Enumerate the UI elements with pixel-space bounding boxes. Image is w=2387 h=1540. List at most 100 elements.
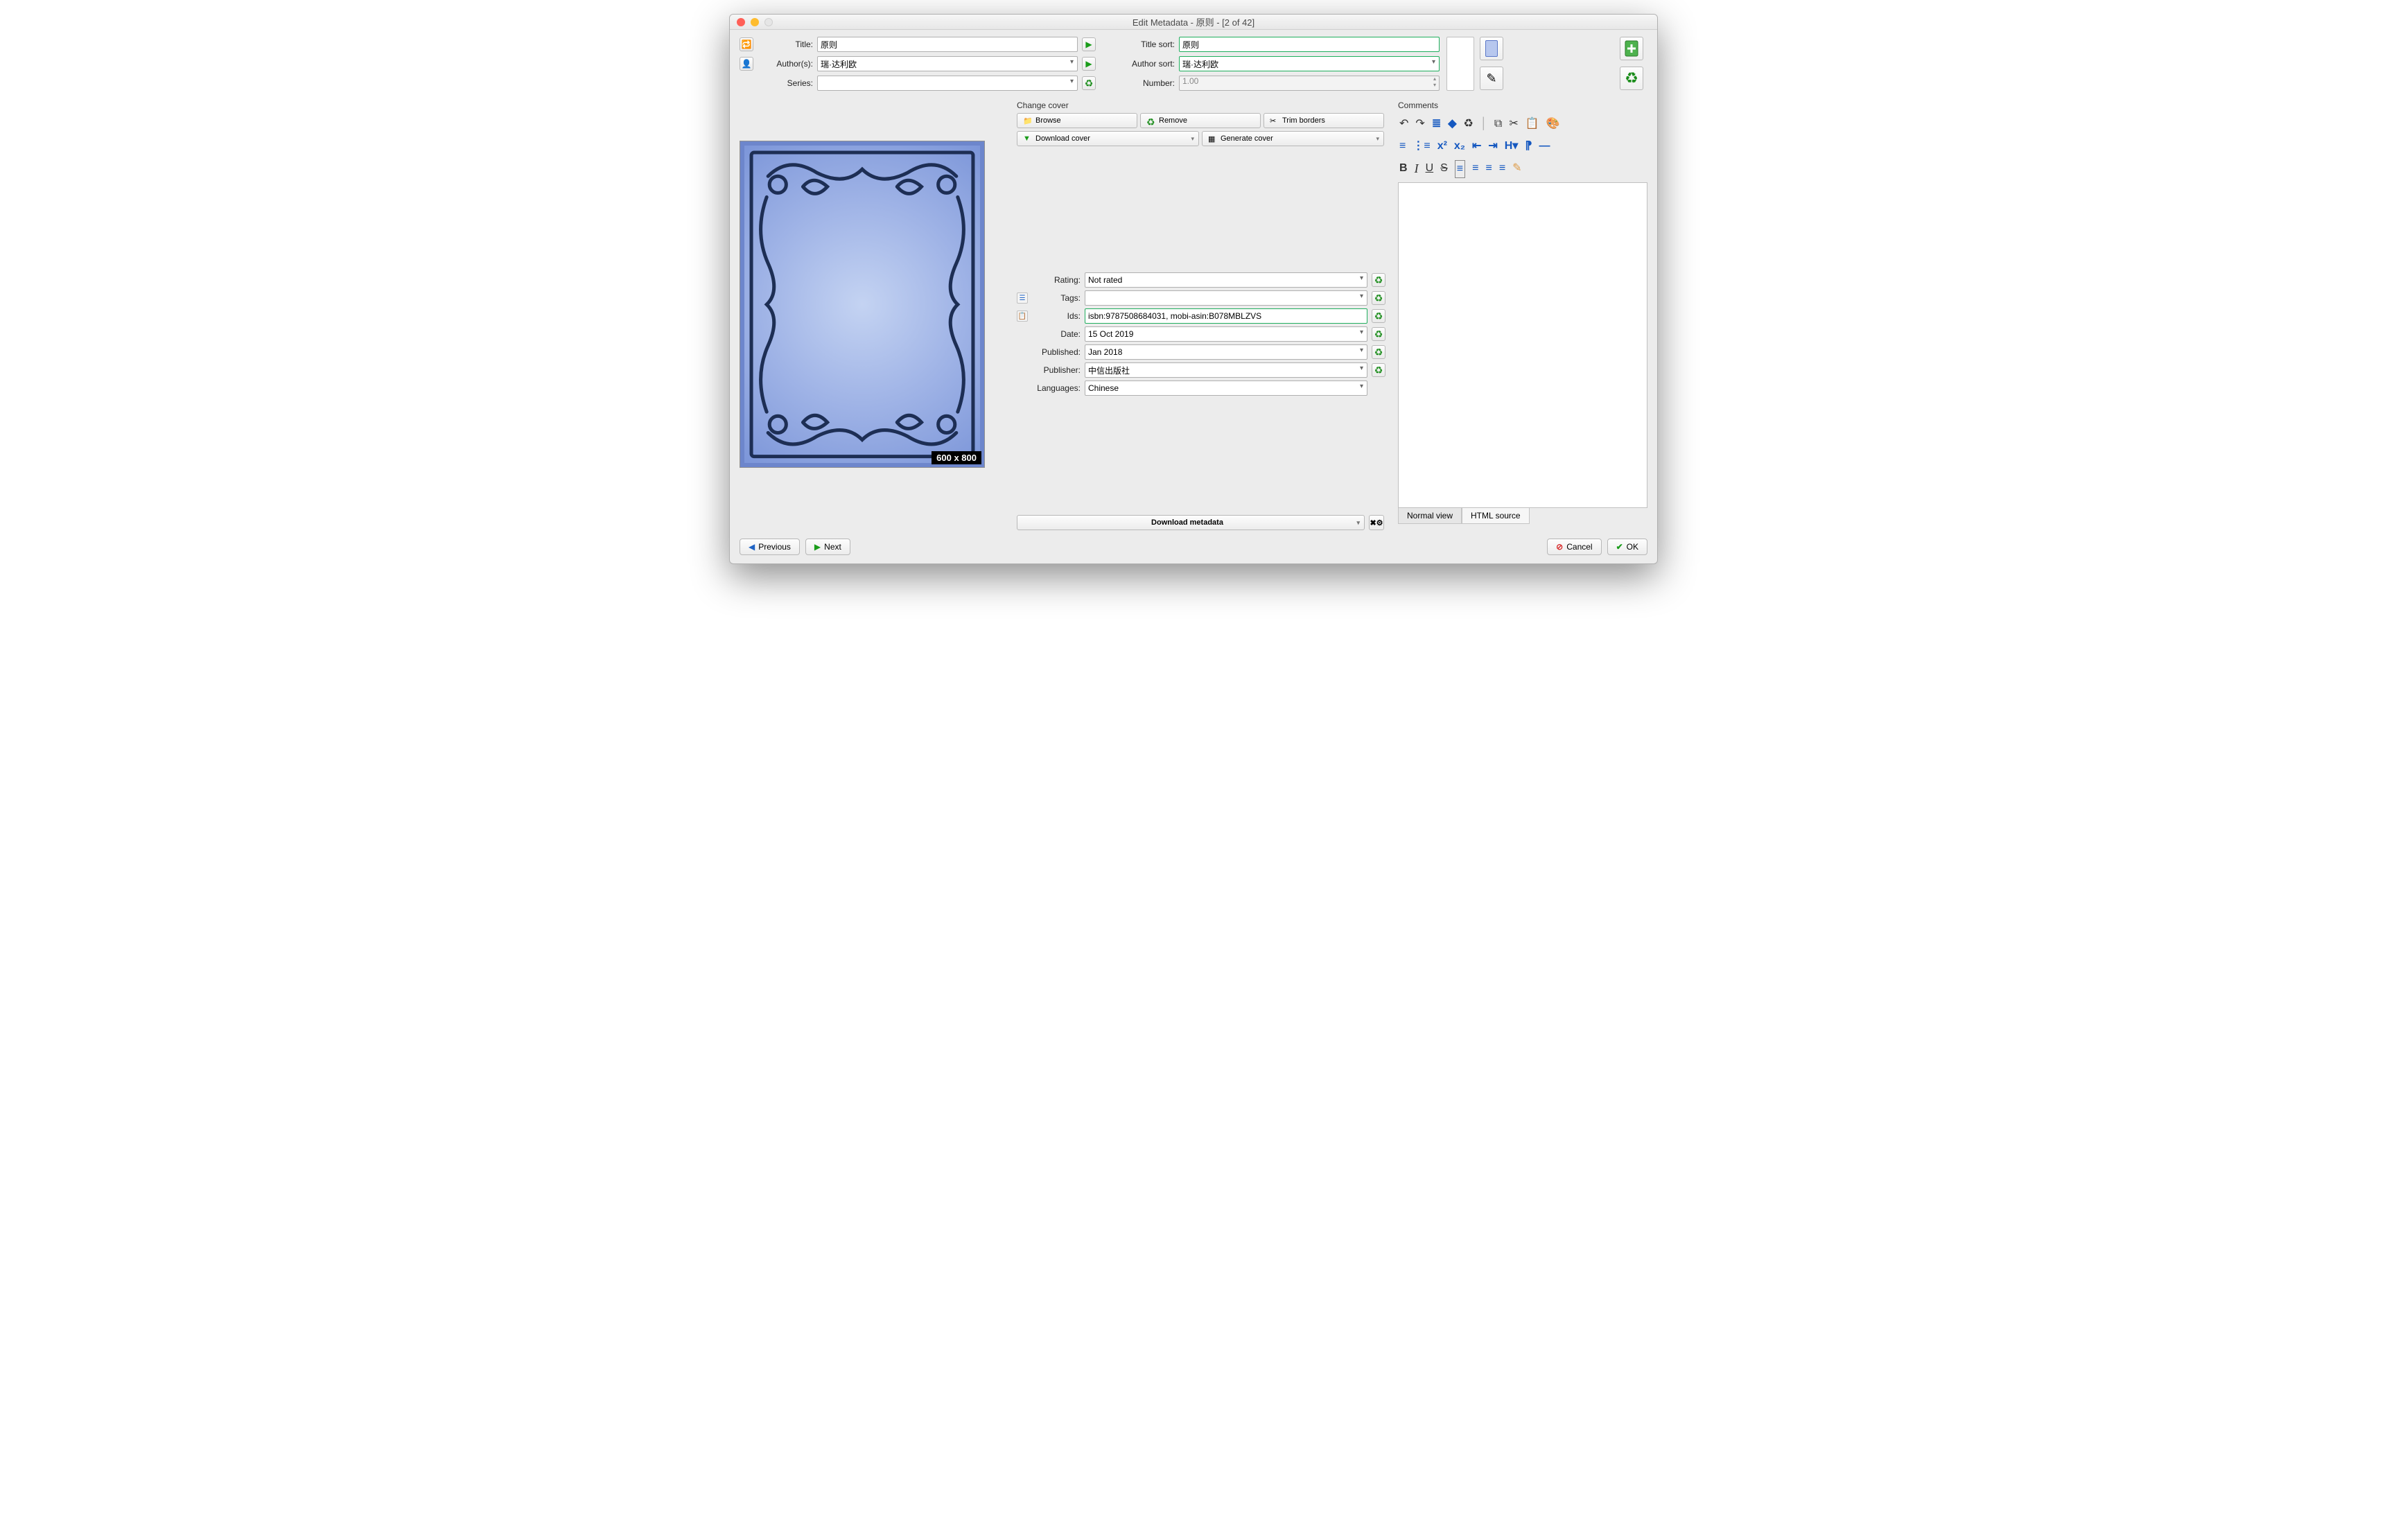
editor-toolbar-2: ≡ ⋮≡ x² x₂ ⇤ ⇥ H▾ ⁋ — xyxy=(1398,135,1647,157)
italic-icon[interactable]: I xyxy=(1415,160,1419,178)
title-input[interactable] xyxy=(817,37,1078,52)
download-cover-button[interactable]: ▼Download cover xyxy=(1017,131,1199,146)
paste-ids-icon[interactable]: 📋 xyxy=(1017,310,1028,322)
titlebar: Edit Metadata - 原则 - [2 of 42] xyxy=(730,15,1657,30)
superscript-icon[interactable]: x² xyxy=(1437,138,1447,155)
generate-cover-button[interactable]: ▦Generate cover xyxy=(1202,131,1384,146)
link-icon[interactable]: ⁋ xyxy=(1525,138,1532,155)
paste-icon[interactable]: 📋 xyxy=(1525,116,1539,132)
cover-dimensions: 600 x 800 xyxy=(932,451,981,464)
align-center-icon[interactable]: ≡ xyxy=(1472,160,1478,178)
comments-editor[interactable] xyxy=(1398,182,1647,508)
color-icon[interactable]: 🎨 xyxy=(1546,116,1560,132)
align-left-icon[interactable]: ≡ xyxy=(1455,160,1465,178)
change-cover-label: Change cover xyxy=(1017,100,1384,110)
authors-input[interactable] xyxy=(817,56,1078,71)
window-title: Edit Metadata - 原则 - [2 of 42] xyxy=(730,15,1657,28)
languages-label: Languages: xyxy=(1033,383,1081,393)
undo-icon[interactable]: ↶ xyxy=(1399,116,1408,132)
authors-label: Author(s): xyxy=(759,59,813,69)
strike-icon[interactable]: S xyxy=(1440,160,1448,178)
remove-cover-button[interactable]: ♻Remove xyxy=(1140,113,1261,128)
reset-icon[interactable]: ♻ xyxy=(1464,116,1474,132)
series-input[interactable] xyxy=(817,76,1078,91)
bold-icon[interactable]: B xyxy=(1399,160,1408,178)
hr-icon[interactable]: — xyxy=(1539,138,1550,155)
check-icon: ✔ xyxy=(1616,542,1623,552)
format-list[interactable] xyxy=(1446,37,1474,91)
redo-icon[interactable]: ↷ xyxy=(1415,116,1424,132)
heading-icon[interactable]: H▾ xyxy=(1505,138,1519,155)
ids-input[interactable] xyxy=(1085,308,1367,324)
tab-html-source[interactable]: HTML source xyxy=(1462,508,1530,524)
manage-authors-icon[interactable]: 👤 xyxy=(740,57,753,71)
ordered-list-icon[interactable]: ≡ xyxy=(1399,138,1406,155)
title-sort-label: Title sort: xyxy=(1121,40,1175,49)
copy-icon[interactable]: ⧉ xyxy=(1494,116,1502,132)
clear-rating-icon[interactable]: ♻ xyxy=(1372,273,1385,287)
crop-icon: ✂ xyxy=(1270,116,1278,125)
folder-icon: 📁 xyxy=(1023,116,1031,125)
tab-normal-view[interactable]: Normal view xyxy=(1398,508,1462,524)
clear-publisher-icon[interactable]: ♻ xyxy=(1372,363,1385,377)
date-input[interactable] xyxy=(1085,326,1367,342)
tags-label: Tags: xyxy=(1033,293,1081,303)
outdent-icon[interactable]: ⇥ xyxy=(1488,138,1497,155)
comments-label: Comments xyxy=(1398,100,1647,110)
languages-input[interactable] xyxy=(1085,380,1367,396)
author-sort-input[interactable] xyxy=(1179,56,1440,71)
clear-icon[interactable]: ◆ xyxy=(1448,116,1456,132)
cut-icon[interactable]: ✂ xyxy=(1509,116,1518,132)
publisher-label: Publisher: xyxy=(1033,365,1081,375)
remove-format-icon[interactable]: ≣ xyxy=(1432,116,1441,132)
series-number-input[interactable]: 1.00 xyxy=(1179,76,1440,91)
tags-input[interactable] xyxy=(1085,290,1367,306)
title-to-sort-icon[interactable]: ▶ xyxy=(1082,37,1096,51)
clear-tags-icon[interactable]: ♻ xyxy=(1372,291,1385,305)
align-justify-icon[interactable]: ≡ xyxy=(1499,160,1505,178)
generate-icon: ▦ xyxy=(1208,134,1216,143)
unordered-list-icon[interactable]: ⋮≡ xyxy=(1413,138,1430,155)
series-label: Series: xyxy=(759,78,813,88)
clear-ids-icon[interactable]: ♻ xyxy=(1372,309,1385,323)
subscript-icon[interactable]: x₂ xyxy=(1454,138,1465,155)
authors-to-sort-icon[interactable]: ▶ xyxy=(1082,57,1096,71)
remove-format-icon[interactable]: ♻ xyxy=(1620,67,1643,90)
highlight-icon[interactable]: ✎ xyxy=(1512,160,1521,178)
tags-editor-icon[interactable]: ☰ xyxy=(1017,292,1028,304)
published-label: Published: xyxy=(1033,347,1081,357)
ids-label: Ids: xyxy=(1033,311,1081,321)
swap-title-author-icon[interactable]: 🔁 xyxy=(740,37,753,51)
editor-toolbar: ↶ ↷ ≣ ◆ ♻ │ ⧉ ✂ 📋 🎨 xyxy=(1398,113,1647,135)
underline-icon[interactable]: U xyxy=(1426,160,1434,178)
chevron-right-icon: ▶ xyxy=(814,542,821,552)
publisher-input[interactable] xyxy=(1085,362,1367,378)
clear-published-icon[interactable]: ♻ xyxy=(1372,345,1385,359)
indent-icon[interactable]: ⇤ xyxy=(1472,138,1481,155)
title-sort-input[interactable] xyxy=(1179,37,1440,52)
browse-cover-button[interactable]: 📁Browse xyxy=(1017,113,1137,128)
download-metadata-button[interactable]: Download metadata xyxy=(1017,515,1365,530)
align-right-icon[interactable]: ≡ xyxy=(1485,160,1492,178)
number-label: Number: xyxy=(1121,78,1175,88)
previous-button[interactable]: ◀Previous xyxy=(740,539,800,555)
cancel-button[interactable]: ⊘Cancel xyxy=(1547,539,1601,555)
cover-preview[interactable]: 600 x 800 xyxy=(740,141,985,468)
download-icon: ▼ xyxy=(1023,134,1031,143)
chevron-left-icon: ◀ xyxy=(749,542,755,552)
rating-label: Rating: xyxy=(1033,275,1081,285)
clear-date-icon[interactable]: ♻ xyxy=(1372,327,1385,341)
rating-input[interactable] xyxy=(1085,272,1367,288)
trim-borders-button[interactable]: ✂Trim borders xyxy=(1264,113,1384,128)
ok-button[interactable]: ✔OK xyxy=(1607,539,1647,555)
add-format-icon[interactable] xyxy=(1620,37,1643,60)
published-input[interactable] xyxy=(1085,344,1367,360)
edit-metadata-from-format-icon[interactable]: ✎ xyxy=(1480,67,1503,90)
open-book-icon[interactable] xyxy=(1480,37,1503,60)
editor-toolbar-3: B I U S ≡ ≡ ≡ ≡ ✎ xyxy=(1398,157,1647,181)
next-button[interactable]: ▶Next xyxy=(805,539,850,555)
configure-download-icon[interactable]: ✖⚙ xyxy=(1369,515,1384,530)
cover-ornament-icon xyxy=(747,148,977,461)
edit-metadata-window: Edit Metadata - 原则 - [2 of 42] 🔁 Title: … xyxy=(729,14,1658,564)
clear-series-icon[interactable]: ♻ xyxy=(1082,76,1096,90)
